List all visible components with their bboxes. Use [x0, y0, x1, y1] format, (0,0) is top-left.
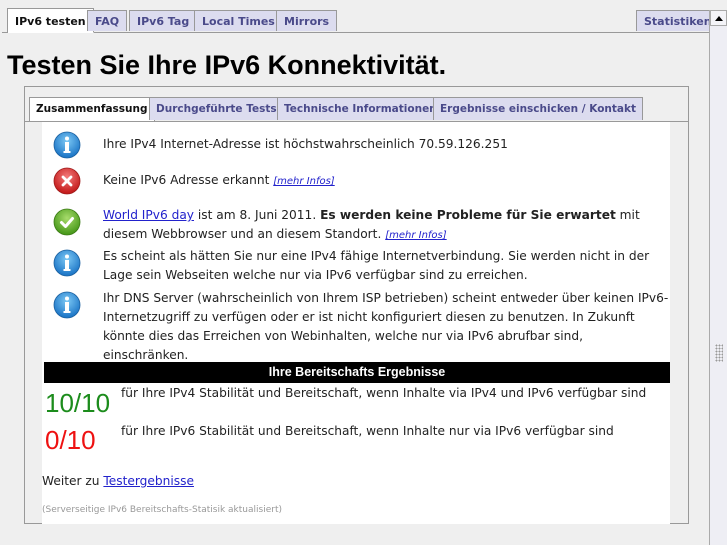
- tab-ergebnisse-einschicken[interactable]: Ergebnisse einschicken / Kontakt: [433, 97, 644, 120]
- message-text: Es scheint als hätten Sie nur eine IPv4 …: [103, 249, 650, 282]
- page-title: Testen Sie Ihre IPv6 Konnektivität.: [7, 50, 447, 80]
- tab-ipv6-tag[interactable]: IPv6 Tag: [129, 10, 198, 31]
- message-bold-text: Es werden keine Probleme für Sie erwarte…: [320, 208, 616, 222]
- ipv6-score-description: für Ihre IPv6 Stabilität und Bereitschaf…: [121, 424, 614, 438]
- scrollbar-thumb[interactable]: [710, 26, 727, 545]
- tab-baseline: [7, 32, 709, 33]
- statistics-note: (Serverseitige IPv6 Bereitschafts-Statis…: [42, 505, 282, 515]
- continue-to-results: Weiter zu Testergebnisse: [42, 474, 194, 488]
- info-icon: [53, 249, 81, 277]
- results-header: Ihre Bereitschafts Ergebnisse: [44, 362, 670, 383]
- message-text: Ihre IPv4 Internet-Adresse ist höchstwah…: [103, 137, 508, 151]
- summary-content: Ihre IPv4 Internet-Adresse ist höchstwah…: [42, 122, 670, 524]
- message-text: Ihr DNS Server (wahrscheinlich von Ihrem…: [103, 291, 669, 362]
- message-text: Keine IPv6 Adresse erkannt: [103, 173, 270, 187]
- tab-mirrors[interactable]: Mirrors: [276, 10, 338, 31]
- scroll-up-arrow-icon[interactable]: [710, 10, 727, 26]
- ipv6-score: 0/10: [45, 425, 96, 455]
- top-nav-tabs: IPv6 testen FAQ IPv6 Tag Local Times Mir…: [0, 0, 720, 33]
- inner-tabs: Zusammenfassung Durchgeführte Tests Tech…: [25, 87, 688, 122]
- tab-statistiken[interactable]: Statistiken: [636, 10, 720, 31]
- tab-faq[interactable]: FAQ: [87, 10, 128, 31]
- error-icon: [53, 167, 81, 195]
- more-info-link[interactable]: [mehr Infos]: [385, 230, 446, 241]
- tab-zusammenfassung[interactable]: Zusammenfassung: [29, 97, 155, 121]
- more-info-link[interactable]: [mehr Infos]: [273, 176, 334, 187]
- info-icon: [53, 291, 81, 319]
- ipv4-score: 10/10: [45, 388, 111, 418]
- info-icon: [53, 131, 81, 159]
- tab-durchgefuehrte-tests[interactable]: Durchgeführte Tests: [149, 97, 284, 120]
- tab-technische-informationen[interactable]: Technische Informationen: [277, 97, 444, 120]
- tab-local-times[interactable]: Local Times: [194, 10, 283, 31]
- vertical-scrollbar[interactable]: [709, 10, 727, 545]
- test-results-link[interactable]: Testergebnisse: [103, 474, 194, 488]
- tab-ipv6-testen[interactable]: IPv6 testen: [2, 8, 94, 33]
- ipv4-score-description: für Ihre IPv4 Stabilität und Bereitschaf…: [121, 386, 647, 400]
- message-text: ist am 8. Juni 2011.: [194, 208, 321, 222]
- summary-panel: Zusammenfassung Durchgeführte Tests Tech…: [24, 86, 689, 524]
- check-icon: [53, 208, 81, 236]
- continue-prefix: Weiter zu: [42, 474, 104, 488]
- world-ipv6-day-link[interactable]: World IPv6 day: [103, 208, 194, 222]
- grip-icon: [715, 344, 723, 362]
